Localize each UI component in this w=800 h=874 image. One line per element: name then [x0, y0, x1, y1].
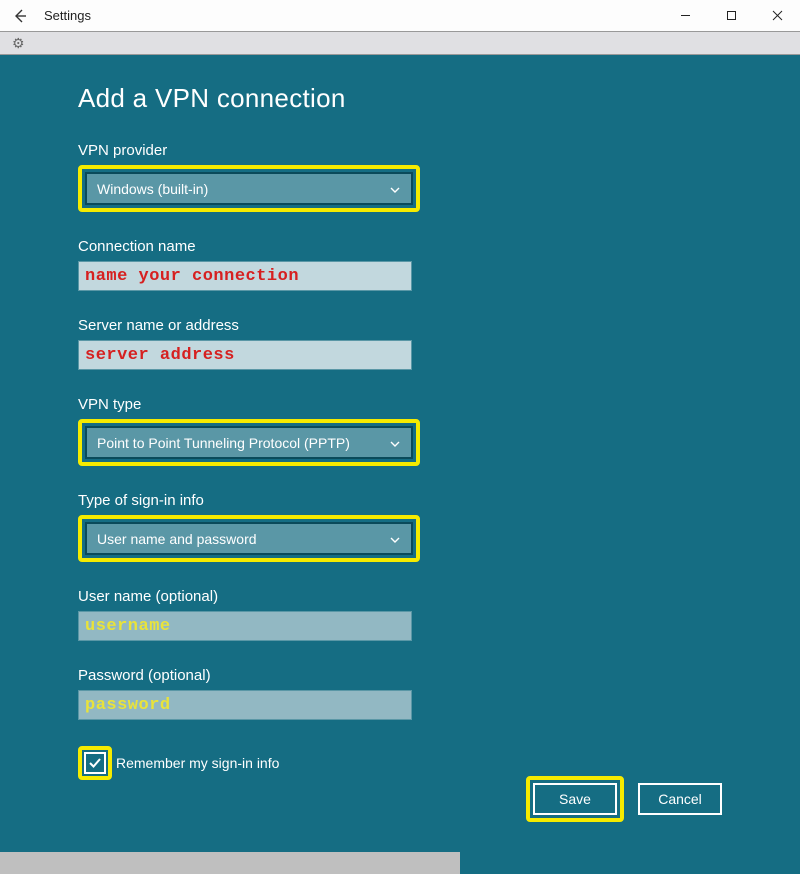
cancel-button[interactable]: Cancel: [638, 783, 722, 815]
highlight-box: User name and password: [78, 515, 420, 562]
minimize-button[interactable]: [662, 1, 708, 31]
bottom-stripe: [0, 852, 800, 874]
vpn-add-panel: Add a VPN connection VPN provider Window…: [0, 55, 800, 852]
username-field: User name (optional) username: [78, 588, 418, 641]
vpn-type-value: Point to Point Tunneling Protocol (PPTP): [97, 435, 350, 451]
annotation-text: password: [85, 696, 171, 715]
connection-name-input[interactable]: name your connection: [78, 261, 412, 291]
annotation-text: username: [85, 617, 171, 636]
page-header-stripe: ⚙: [0, 32, 800, 55]
vpn-provider-value: Windows (built-in): [97, 181, 208, 197]
vpn-provider-field: VPN provider Windows (built-in): [78, 142, 418, 212]
server-address-field: Server name or address server address: [78, 317, 418, 370]
chevron-down-icon: [389, 183, 401, 195]
vpn-provider-select[interactable]: Windows (built-in): [85, 172, 413, 205]
remember-signin-row: Remember my sign-in info: [78, 746, 722, 780]
remember-signin-label: Remember my sign-in info: [116, 755, 279, 771]
connection-name-label: Connection name: [78, 238, 418, 255]
signin-type-value: User name and password: [97, 531, 257, 547]
highlight-box: [78, 746, 112, 780]
signin-type-field: Type of sign-in info User name and passw…: [78, 492, 418, 562]
page-title: Add a VPN connection: [78, 83, 722, 114]
highlight-box: Save: [526, 776, 624, 822]
annotation-text: name your connection: [85, 267, 299, 286]
back-button[interactable]: [8, 4, 32, 28]
close-button[interactable]: [754, 1, 800, 31]
titlebar: Settings: [0, 0, 800, 32]
vpn-provider-label: VPN provider: [78, 142, 418, 159]
window-title: Settings: [44, 8, 91, 23]
highlight-box: Point to Point Tunneling Protocol (PPTP): [78, 419, 420, 466]
vpn-type-field: VPN type Point to Point Tunneling Protoc…: [78, 396, 418, 466]
signin-type-select[interactable]: User name and password: [85, 522, 413, 555]
maximize-button[interactable]: [708, 1, 754, 31]
signin-type-label: Type of sign-in info: [78, 492, 418, 509]
chevron-down-icon: [389, 437, 401, 449]
annotation-text: server address: [85, 346, 235, 365]
gear-icon: ⚙: [12, 35, 25, 52]
remember-signin-checkbox[interactable]: [84, 752, 106, 774]
username-label: User name (optional): [78, 588, 418, 605]
username-input[interactable]: username: [78, 611, 412, 641]
password-field: Password (optional) password: [78, 667, 418, 720]
vpn-type-label: VPN type: [78, 396, 418, 413]
password-label: Password (optional): [78, 667, 418, 684]
password-input[interactable]: password: [78, 690, 412, 720]
highlight-box: Windows (built-in): [78, 165, 420, 212]
dialog-footer: Save Cancel: [526, 776, 722, 822]
chevron-down-icon: [389, 533, 401, 545]
vpn-type-select[interactable]: Point to Point Tunneling Protocol (PPTP): [85, 426, 413, 459]
server-address-input[interactable]: server address: [78, 340, 412, 370]
server-address-label: Server name or address: [78, 317, 418, 334]
save-button[interactable]: Save: [533, 783, 617, 815]
connection-name-field: Connection name name your connection: [78, 238, 418, 291]
